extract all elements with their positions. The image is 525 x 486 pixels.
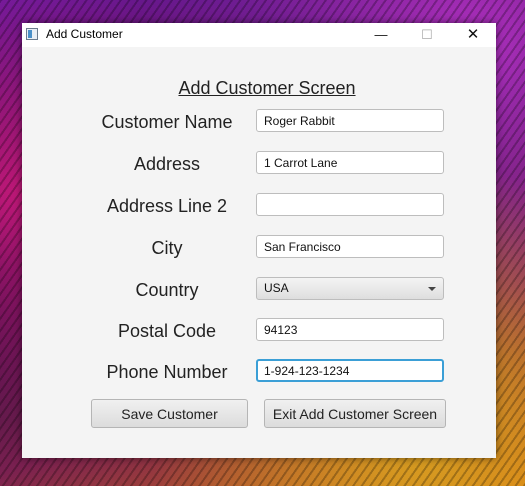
address-line-2-label: Address Line 2 <box>106 196 228 216</box>
save-customer-button[interactable]: Save Customer <box>91 399 248 428</box>
address-line-2-input[interactable] <box>256 193 444 216</box>
customer-name-input[interactable] <box>256 109 444 132</box>
city-input[interactable] <box>256 235 444 258</box>
phone-number-label: Phone Number <box>106 362 228 382</box>
country-selected-value: USA <box>264 281 289 295</box>
add-customer-window: Add Customer — ☐ ✕ Add Customer Screen C… <box>22 23 496 458</box>
customer-name-label: Customer Name <box>101 112 233 132</box>
minimize-icon[interactable]: — <box>358 23 404 47</box>
window-title: Add Customer <box>46 27 123 41</box>
country-label: Country <box>135 280 199 300</box>
close-icon[interactable]: ✕ <box>450 23 496 47</box>
postal-code-input[interactable] <box>256 318 444 341</box>
phone-number-input[interactable] <box>256 359 444 382</box>
postal-code-label: Postal Code <box>117 321 217 341</box>
address-label: Address <box>133 154 201 174</box>
chevron-down-icon <box>428 287 436 291</box>
app-icon <box>26 28 38 40</box>
address-input[interactable] <box>256 151 444 174</box>
country-select[interactable]: USA <box>256 277 444 300</box>
city-label: City <box>151 238 183 258</box>
page-title: Add Customer Screen <box>178 78 356 98</box>
maximize-icon[interactable]: ☐ <box>404 23 450 47</box>
exit-add-customer-button[interactable]: Exit Add Customer Screen <box>264 399 446 428</box>
title-bar[interactable]: Add Customer — ☐ ✕ <box>22 23 496 47</box>
